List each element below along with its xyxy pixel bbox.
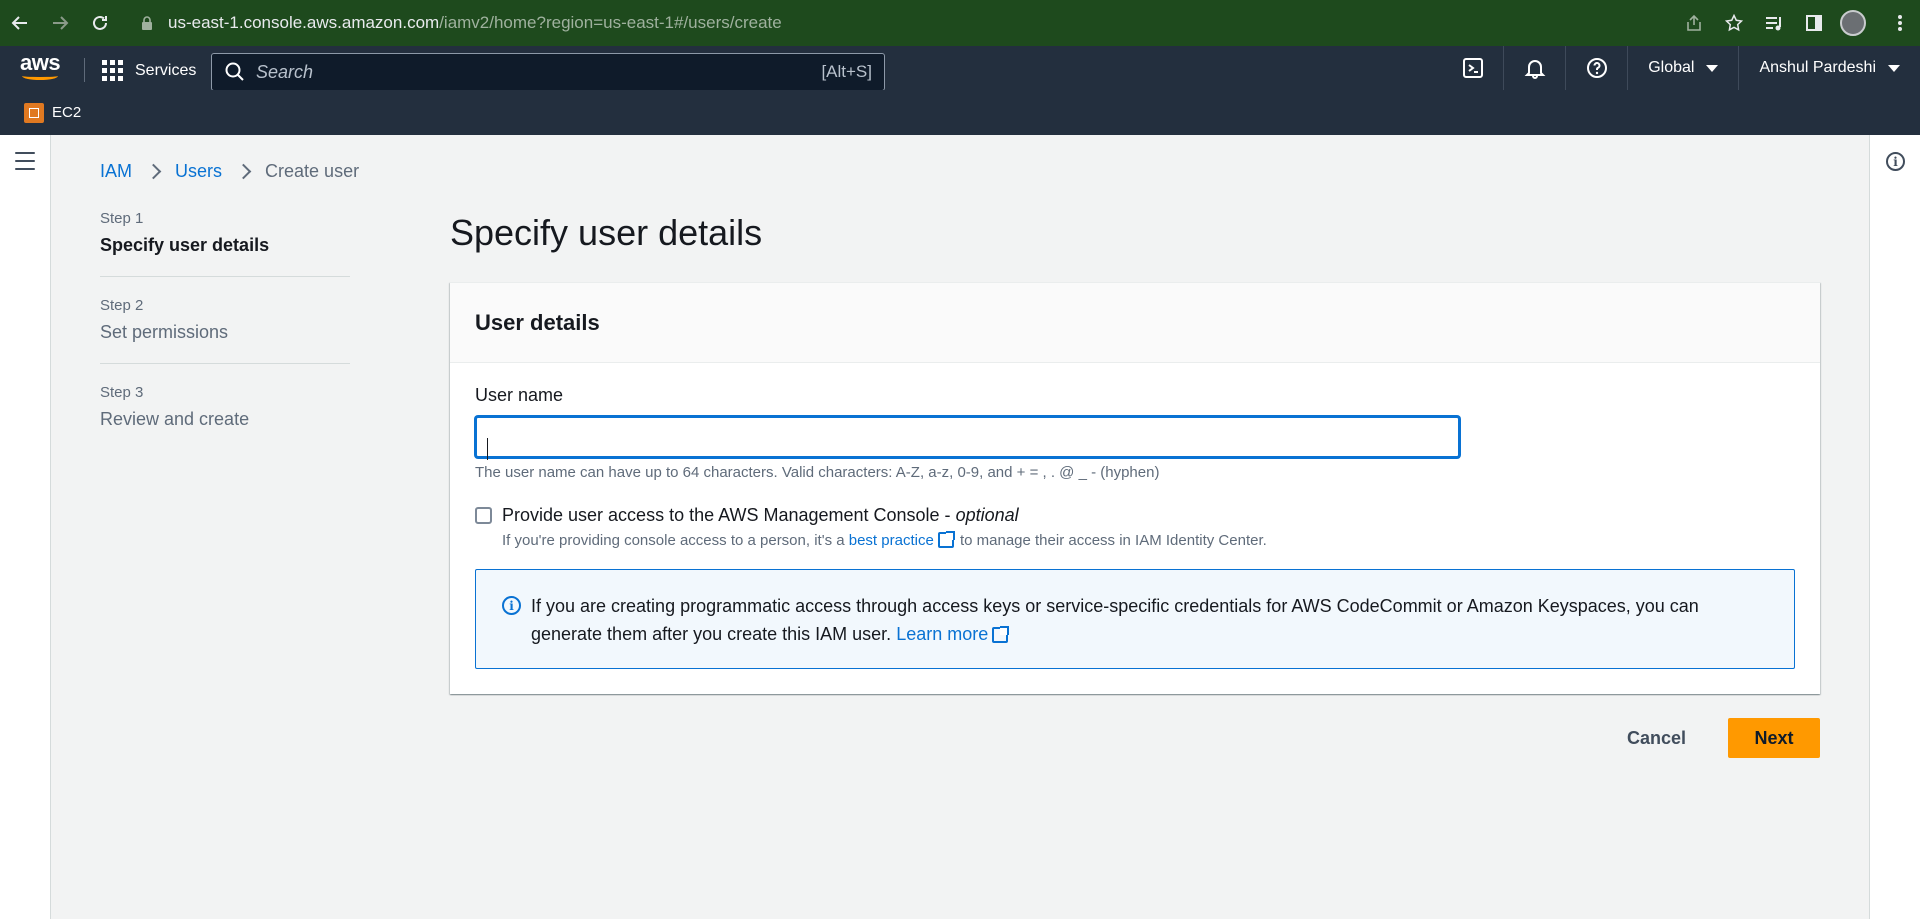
- username-input[interactable]: [475, 416, 1460, 458]
- search-icon: [225, 62, 244, 81]
- cloudshell-icon[interactable]: [1442, 46, 1505, 90]
- best-practice-link[interactable]: best practice: [849, 532, 934, 549]
- text-cursor: [487, 438, 488, 460]
- info-icon[interactable]: i: [1886, 152, 1905, 171]
- breadcrumb-users[interactable]: Users: [175, 161, 222, 182]
- username-hint: The user name can have up to 64 characte…: [475, 464, 1160, 481]
- step-name: Review and create: [100, 409, 250, 429]
- lock-icon: [138, 14, 156, 32]
- breadcrumb-iam[interactable]: IAM: [100, 161, 132, 182]
- next-button[interactable]: Next: [1728, 718, 1820, 758]
- caret-down-icon: [1888, 64, 1900, 72]
- favorite-ec2-label: EC2: [52, 104, 82, 121]
- address-bar[interactable]: us-east-1.console.aws.amazon.com/iamv2/h…: [138, 8, 1728, 38]
- breadcrumb-current: Create user: [265, 161, 360, 181]
- search-bar[interactable]: [Alt+S]: [211, 53, 885, 91]
- grid-icon: [102, 60, 123, 81]
- learn-more-link[interactable]: Learn more: [896, 624, 988, 644]
- services-label: Services: [135, 61, 197, 79]
- search-input[interactable]: [256, 61, 822, 83]
- services-menu[interactable]: Services: [102, 60, 196, 81]
- step-3: Step 3 Review and create: [100, 384, 350, 450]
- browser-menu-icon[interactable]: [1880, 0, 1920, 46]
- side-panel-icon[interactable]: [1794, 0, 1834, 46]
- form-actions: Cancel Next: [1615, 718, 1820, 758]
- step-number: Step 1: [100, 210, 144, 227]
- region-label: Global: [1648, 59, 1695, 76]
- username-label: User name: [475, 385, 564, 405]
- console-access-label: Provide user access to the AWS Managemen…: [502, 505, 1019, 525]
- chevron-right-icon: [145, 163, 162, 180]
- step-2: Step 2 Set permissions: [100, 297, 350, 364]
- step-number: Step 3: [100, 384, 144, 401]
- step-1[interactable]: Step 1 Specify user details: [100, 210, 350, 277]
- cancel-button[interactable]: Cancel: [1615, 720, 1698, 757]
- user-details-panel: User details User name The user name can…: [450, 282, 1820, 694]
- region-selector[interactable]: Global: [1628, 46, 1740, 90]
- browser-toolbar: us-east-1.console.aws.amazon.com/iamv2/h…: [0, 0, 1920, 46]
- search-shortcut: [Alt+S]: [821, 62, 872, 81]
- profile-avatar[interactable]: [1840, 10, 1866, 36]
- step-name: Set permissions: [100, 322, 229, 342]
- info-alert: i If you are creating programmatic acces…: [475, 569, 1795, 669]
- breadcrumb: IAM Users Create user: [100, 161, 359, 182]
- nav-divider: [84, 58, 85, 82]
- left-navigation-rail: [0, 135, 51, 919]
- external-link-icon: [992, 626, 1010, 643]
- panel-title: User details: [475, 309, 600, 335]
- alert-text: If you are creating programmatic access …: [531, 596, 1699, 644]
- share-icon[interactable]: [1674, 0, 1714, 46]
- reload-icon[interactable]: [80, 0, 120, 46]
- account-menu[interactable]: Anshul Pardeshi: [1739, 46, 1920, 90]
- url-text: us-east-1.console.aws.amazon.com/iamv2/h…: [168, 13, 782, 32]
- console-access-checkbox[interactable]: [475, 507, 492, 524]
- forward-icon[interactable]: [40, 0, 80, 46]
- ec2-icon: [24, 102, 44, 123]
- bookmark-star-icon[interactable]: [1714, 0, 1754, 46]
- notifications-bell-icon[interactable]: [1504, 46, 1567, 90]
- back-icon[interactable]: [0, 0, 40, 46]
- step-number: Step 2: [100, 297, 144, 314]
- console-access-description: If you're providing console access to a …: [502, 531, 1267, 549]
- favorites-bar: EC2: [0, 90, 1920, 135]
- help-panel-rail: i: [1869, 135, 1920, 919]
- help-icon[interactable]: [1566, 46, 1629, 90]
- panel-header: User details: [450, 283, 1820, 363]
- aws-logo[interactable]: aws: [20, 50, 61, 80]
- favorite-ec2[interactable]: EC2: [24, 102, 82, 123]
- wizard-steps: Step 1 Specify user details Step 2 Set p…: [100, 210, 350, 470]
- menu-icon[interactable]: [15, 152, 35, 176]
- page-title: Specify user details: [450, 212, 763, 253]
- caret-down-icon: [1706, 64, 1719, 72]
- step-name: Specify user details: [100, 235, 270, 255]
- chevron-right-icon: [235, 163, 252, 180]
- external-link-icon: [937, 531, 955, 548]
- account-label: Anshul Pardeshi: [1759, 59, 1876, 76]
- media-list-icon[interactable]: [1754, 0, 1794, 46]
- info-icon: i: [502, 596, 521, 615]
